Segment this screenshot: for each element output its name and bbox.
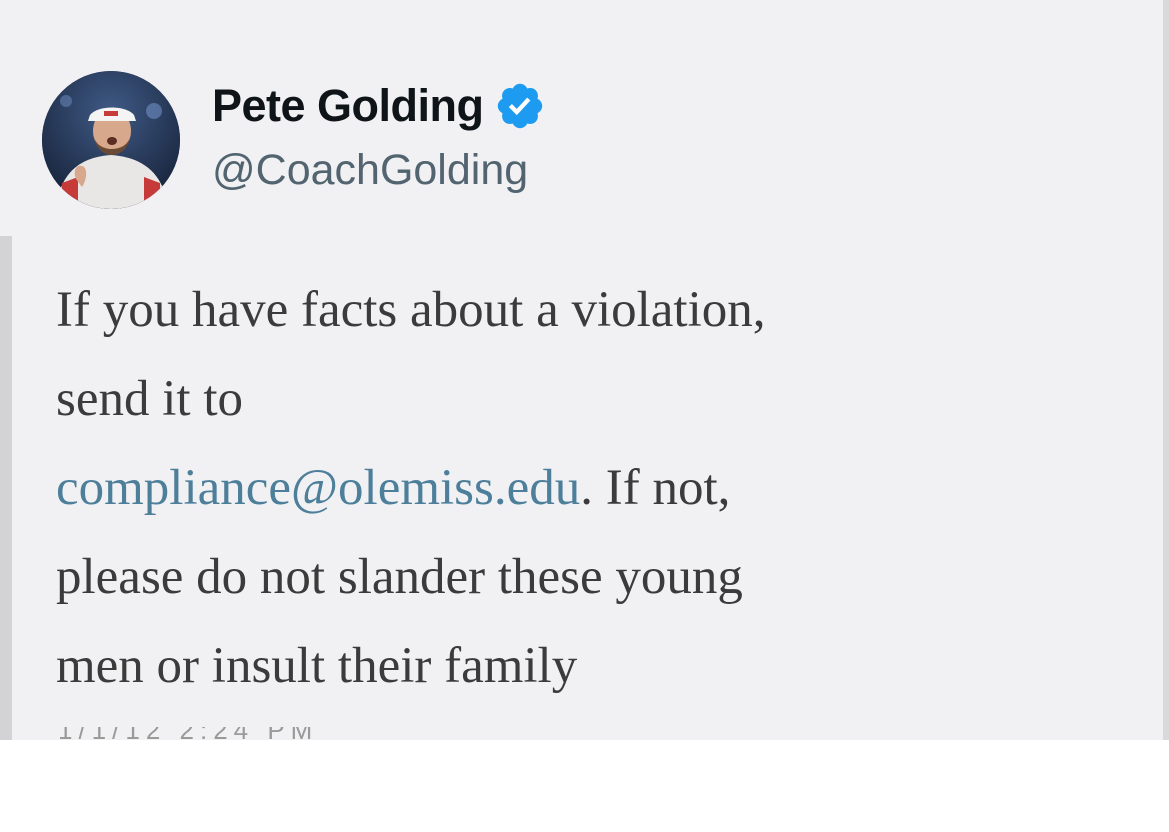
tweet-screenshot: Pete Golding @CoachGolding If you have f… [0,0,1169,740]
partial-timestamp: 1/1/12 2:24 PM [58,727,388,740]
user-handle[interactable]: @CoachGolding [212,146,528,195]
quote-line-4: please do not slander these young [56,549,743,605]
quote-line-2: send it to [56,371,243,427]
avatar[interactable] [42,71,180,209]
quote-line-5: men or insult their family [56,638,578,694]
display-name-row: Pete Golding [212,74,546,138]
partial-timestamp-text: 1/1/12 2:24 PM [58,727,388,740]
quote-line-1: If you have facts about a violation, [56,282,766,338]
display-name[interactable]: Pete Golding [212,80,484,132]
profile-avatar-icon [42,71,180,209]
quote-divider [0,236,12,740]
right-edge-border [1163,0,1169,740]
email-link[interactable]: compliance@olemiss.edu [56,460,580,516]
quote-line-3-rest: . If not, [580,460,731,516]
verified-badge-icon [494,80,546,132]
quoted-text: If you have facts about a violation, sen… [56,266,1141,711]
